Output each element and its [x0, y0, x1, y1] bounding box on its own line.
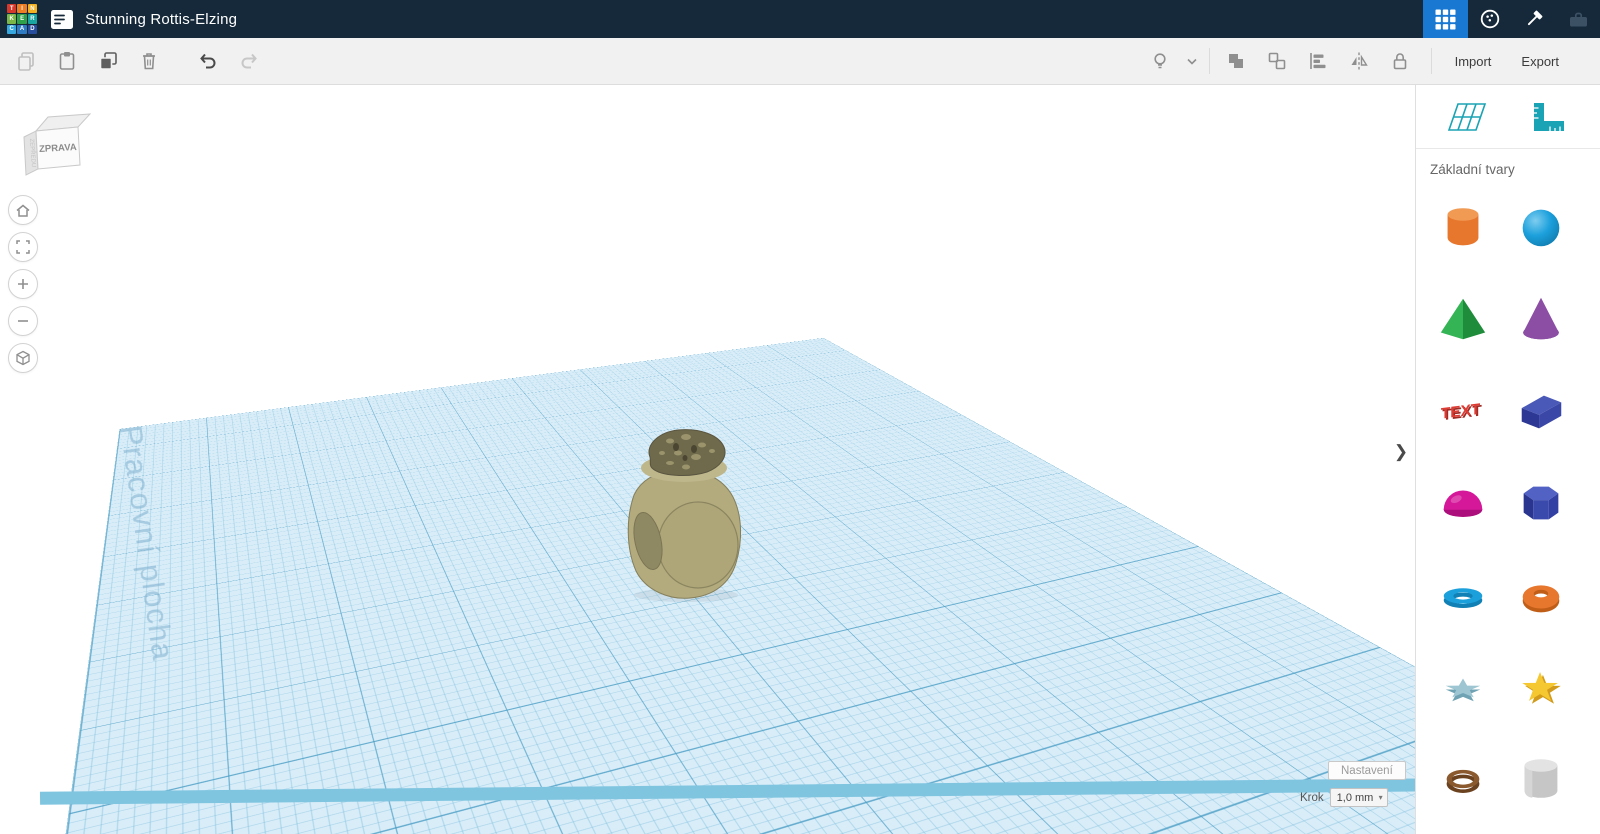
- design-title[interactable]: Stunning Rottis-Elzing: [85, 11, 237, 28]
- hammer-icon: [1527, 10, 1543, 26]
- toolbox-icon: [1569, 12, 1587, 26]
- topbar: TINKERCAD Stunning Rottis-Elzing: [0, 0, 1600, 38]
- shape-ring-icon[interactable]: [1424, 739, 1502, 819]
- shape-torus-icon[interactable]: [1502, 555, 1580, 635]
- viewport-3d[interactable]: Pracovní plocha ZEPŘEDU ZPRAVA ❯ Nastave…: [0, 85, 1415, 834]
- toolbar-divider: [1208, 48, 1210, 74]
- fit-view-button[interactable]: [8, 232, 38, 262]
- redo-button[interactable]: [231, 43, 267, 79]
- toolbar: Import Export: [0, 38, 1600, 85]
- show-all-button[interactable]: [1142, 43, 1178, 79]
- shape-sphere-icon[interactable]: [1502, 187, 1580, 267]
- step-label: Krok: [1300, 791, 1324, 804]
- lock-button[interactable]: [1382, 43, 1418, 79]
- paste-icon: [59, 52, 75, 70]
- mirror-icon: [1351, 52, 1368, 70]
- step-value: 1,0 mm: [1336, 791, 1374, 804]
- model-skull-ring[interactable]: [612, 423, 752, 605]
- ruler-helper-button[interactable]: [1514, 89, 1584, 145]
- align-button[interactable]: [1300, 43, 1336, 79]
- trash-icon: [143, 53, 155, 70]
- zoom-in-button[interactable]: [8, 269, 38, 299]
- show-all-caret-button[interactable]: [1183, 43, 1201, 79]
- undo-icon: [200, 53, 216, 69]
- fit-view-icon: [16, 240, 30, 254]
- chevron-right-icon: ❯: [1393, 442, 1409, 461]
- zoom-out-icon: [18, 320, 28, 322]
- viewcube-front-label: ZPRAVA: [39, 142, 77, 155]
- shape-hex-prism-icon[interactable]: [1502, 463, 1580, 543]
- snap-grid-control: Krok 1,0 mm ▾: [1300, 788, 1388, 807]
- shape-star-flat-icon[interactable]: [1424, 647, 1502, 727]
- ruler-helper-icon: [1534, 102, 1564, 131]
- design-menu-button[interactable]: [50, 8, 74, 31]
- zoom-in-icon: [18, 279, 28, 289]
- shape-grid: TEXT TEXT: [1416, 187, 1600, 819]
- shape-pyramid-icon[interactable]: [1424, 279, 1502, 359]
- shape-slanted-box-icon[interactable]: [1502, 371, 1580, 451]
- lock-icon: [1393, 53, 1406, 70]
- workplane-helper-icon: [1447, 102, 1487, 131]
- redo-icon: [241, 53, 257, 69]
- duplicate-button[interactable]: [90, 43, 126, 79]
- caret-down-icon: [1187, 58, 1197, 65]
- mirror-button[interactable]: [1341, 43, 1377, 79]
- caret-down-icon: ▾: [1378, 793, 1383, 802]
- zoom-out-button[interactable]: [8, 306, 38, 336]
- copy-button[interactable]: [8, 43, 44, 79]
- home-icon: [16, 204, 30, 217]
- undo-button[interactable]: [190, 43, 226, 79]
- toolbar-right: Import Export: [1142, 43, 1600, 79]
- home-view-button[interactable]: [8, 195, 38, 225]
- shape-half-sphere-icon[interactable]: [1424, 463, 1502, 543]
- workplane-helper-button[interactable]: [1432, 89, 1502, 145]
- group-icon: [1228, 54, 1243, 68]
- toolbox-button[interactable]: [1556, 0, 1600, 38]
- sim-lab-button[interactable]: [1468, 0, 1512, 38]
- perspective-icon: [16, 350, 30, 366]
- view-cube[interactable]: ZEPŘEDU ZPRAVA: [12, 101, 96, 181]
- align-icon: [1309, 53, 1326, 69]
- shapes-category-header[interactable]: Základní tvary: [1416, 149, 1600, 187]
- shape-gray-cylinder-icon[interactable]: [1502, 739, 1580, 819]
- tinkercad-app: TINKERCAD Stunning Rottis-Elzing Import …: [0, 0, 1600, 834]
- group-button[interactable]: [1218, 43, 1254, 79]
- design-menu-icon: [51, 9, 74, 29]
- shape-text-icon[interactable]: TEXT TEXT: [1424, 371, 1502, 451]
- sim-lab-icon: [1480, 9, 1500, 29]
- tools-button[interactable]: [1512, 0, 1556, 38]
- paste-button[interactable]: [49, 43, 85, 79]
- view-nav-buttons: [8, 195, 38, 373]
- shape-cylinder-icon[interactable]: [1424, 187, 1502, 267]
- import-button[interactable]: Import: [1440, 46, 1507, 77]
- shape-flat-ring-icon[interactable]: [1424, 555, 1502, 635]
- delete-button[interactable]: [131, 43, 167, 79]
- ungroup-icon: [1268, 52, 1285, 70]
- panel-collapse-button[interactable]: ❯: [1392, 439, 1410, 465]
- toolbar-divider: [1430, 48, 1432, 74]
- panel-helpers: [1416, 85, 1600, 149]
- ungroup-button[interactable]: [1259, 43, 1295, 79]
- settings-button[interactable]: Nastavení: [1328, 761, 1406, 780]
- tinkercad-logo-icon[interactable]: TINKERCAD: [7, 3, 38, 35]
- shapes-panel: Základní tvary TEXT TEXT: [1415, 85, 1600, 834]
- topbar-right: [1423, 0, 1600, 38]
- step-select[interactable]: 1,0 mm ▾: [1329, 788, 1388, 807]
- shape-star-icon[interactable]: [1502, 647, 1580, 727]
- mode-3d-blocks-button[interactable]: [1423, 0, 1468, 38]
- duplicate-icon: [99, 52, 117, 70]
- perspective-toggle-button[interactable]: [8, 343, 38, 373]
- lightbulb-icon: [1153, 53, 1166, 69]
- copy-icon: [18, 52, 34, 71]
- shape-cone-icon[interactable]: [1502, 279, 1580, 359]
- blocks-grid-icon: [1435, 9, 1456, 29]
- export-button[interactable]: Export: [1506, 46, 1574, 77]
